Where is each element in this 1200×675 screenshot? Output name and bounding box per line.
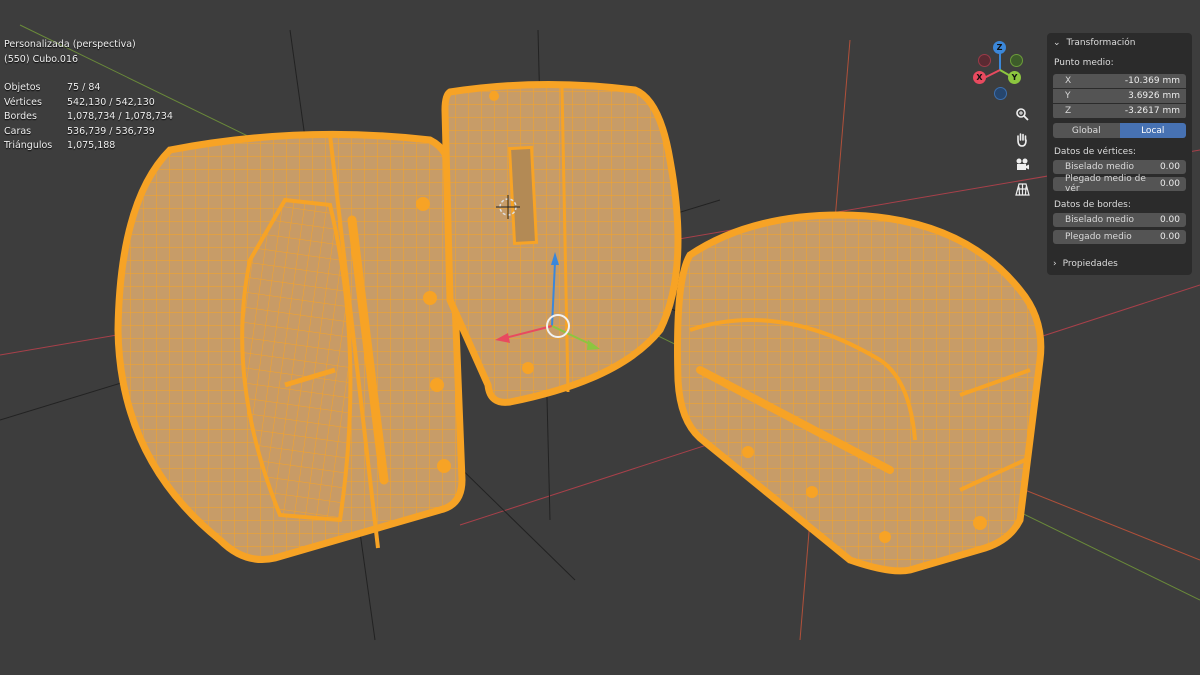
viewport-info-overlay: Personalizada (perspectiva) (550) Cubo.0… <box>4 38 173 154</box>
stat-row: Triángulos 1,075,188 <box>4 140 116 151</box>
median-xyz-fields: X -10.369 mm Y 3.6926 mm Z -3.2617 mm <box>1053 74 1186 119</box>
mean-crease-vertex-field[interactable]: Plegado medio de vér 0.00 <box>1053 174 1186 194</box>
median-x-field[interactable]: X -10.369 mm <box>1053 74 1186 88</box>
median-label: Punto medio: <box>1054 58 1114 68</box>
median-y-field[interactable]: Y 3.6926 mm <box>1053 89 1186 103</box>
stat-row: Caras 536,739 / 536,739 <box>4 125 155 137</box>
sidebar-npanel: ⌄ Transformación Punto medio: X -10.369 m… <box>1047 33 1192 275</box>
camera-icon[interactable] <box>1012 154 1032 174</box>
gizmo-neg-y[interactable] <box>1010 54 1023 67</box>
transform-panel-header[interactable]: ⌄ Transformación <box>1047 33 1192 53</box>
transform-title: Transformación <box>1066 38 1136 48</box>
stat-row: Objetos 75 / 84 <box>4 82 101 93</box>
gizmo-x-axis[interactable]: X <box>973 71 986 84</box>
gizmo-neg-x[interactable] <box>978 54 991 67</box>
mean-bevel-edge-field[interactable]: Biselado medio 0.00 <box>1053 213 1186 227</box>
view-name: Personalizada (perspectiva) <box>4 39 136 50</box>
stat-row: Vértices 542,130 / 542,130 <box>4 96 155 108</box>
active-object-name: (550) Cubo.016 <box>4 53 79 65</box>
mesh-object-center[interactable] <box>441 80 682 406</box>
3d-viewport[interactable]: Personalizada (perspectiva) (550) Cubo.0… <box>0 0 1200 675</box>
gizmo-y-axis[interactable]: Y <box>1008 71 1021 84</box>
viewport-tools <box>1012 104 1032 204</box>
global-button[interactable]: Global <box>1053 123 1120 138</box>
hand-pan-icon[interactable] <box>1012 129 1032 149</box>
gizmo-neg-z[interactable] <box>994 87 1007 100</box>
gizmo-z-axis[interactable]: Z <box>993 41 1006 54</box>
navigation-gizmo[interactable]: Z X Y <box>970 38 1030 104</box>
properties-panel-header[interactable]: › Propiedades <box>1047 254 1192 274</box>
scene-statistics: Objetos 75 / 84 Vértices 542,130 / 542,130… <box>4 81 173 154</box>
space-toggle: Global Local <box>1053 123 1186 138</box>
properties-title: Propiedades <box>1062 259 1118 269</box>
zoom-icon[interactable] <box>1012 104 1032 124</box>
mesh-object-left[interactable] <box>114 130 466 563</box>
mean-bevel-vertex-field[interactable]: Biselado medio 0.00 <box>1053 160 1186 174</box>
grid-perspective-icon[interactable] <box>1012 179 1032 199</box>
chevron-down-icon: ⌄ <box>1053 38 1061 48</box>
median-z-field[interactable]: Z -3.2617 mm <box>1053 104 1186 118</box>
vertex-data-label: Datos de vértices: <box>1054 147 1136 157</box>
stat-row: Bordes 1,078,734 / 1,078,734 <box>4 111 173 122</box>
chevron-right-icon: › <box>1053 259 1057 269</box>
local-button[interactable]: Local <box>1119 123 1186 138</box>
mesh-object-right[interactable] <box>674 211 1045 575</box>
mean-crease-edge-field[interactable]: Plegado medio 0.00 <box>1053 230 1186 244</box>
